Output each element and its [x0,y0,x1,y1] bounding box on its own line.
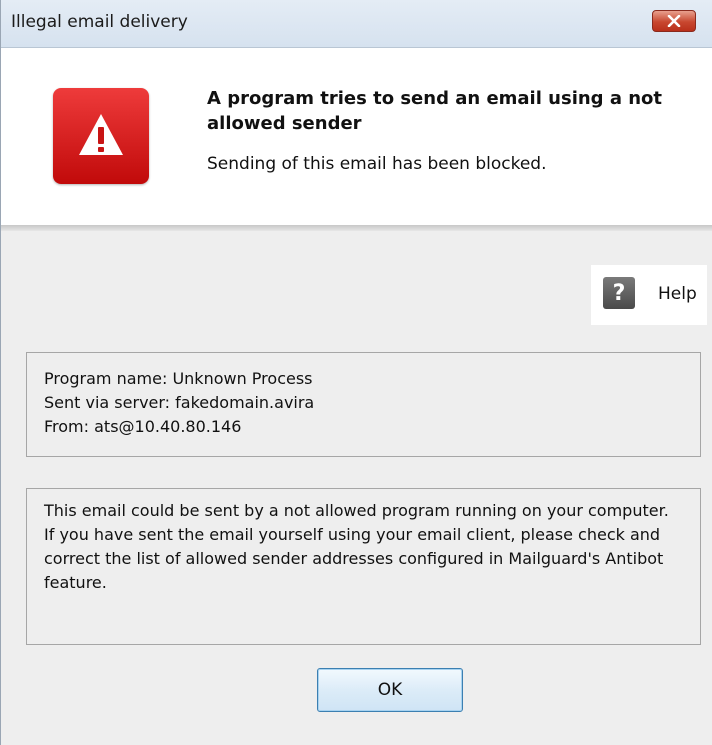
question-icon: ? [603,277,635,309]
server-text: Sent via server: fakedomain.avira [44,393,315,412]
message-line-2: If you have sent the email yourself usin… [44,525,664,592]
help-link[interactable]: ? Help [591,265,707,325]
alert-headline: A program tries to send an email using a… [207,88,663,134]
alert-subline: Sending of this email has been blocked. [207,154,547,174]
header-divider [1,225,712,231]
close-icon [667,15,681,27]
message-line-1: This email could be sent by a not allowe… [44,501,669,520]
warning-icon [53,88,149,184]
help-label: Help [658,284,697,304]
program-name-text: Program name: Unknown Process [44,369,313,388]
title-bar[interactable]: Illegal email delivery [1,0,712,48]
from-text: From: ats@10.40.80.146 [44,417,242,436]
ok-button[interactable]: OK [317,668,463,712]
dialog-window: Illegal email delivery A program tries t… [0,0,712,745]
message-box: This email could be sent by a not allowe… [26,488,701,645]
details-box: Program name: Unknown Process Sent via s… [26,352,701,457]
close-button[interactable] [652,10,696,32]
window-title: Illegal email delivery [11,12,188,32]
